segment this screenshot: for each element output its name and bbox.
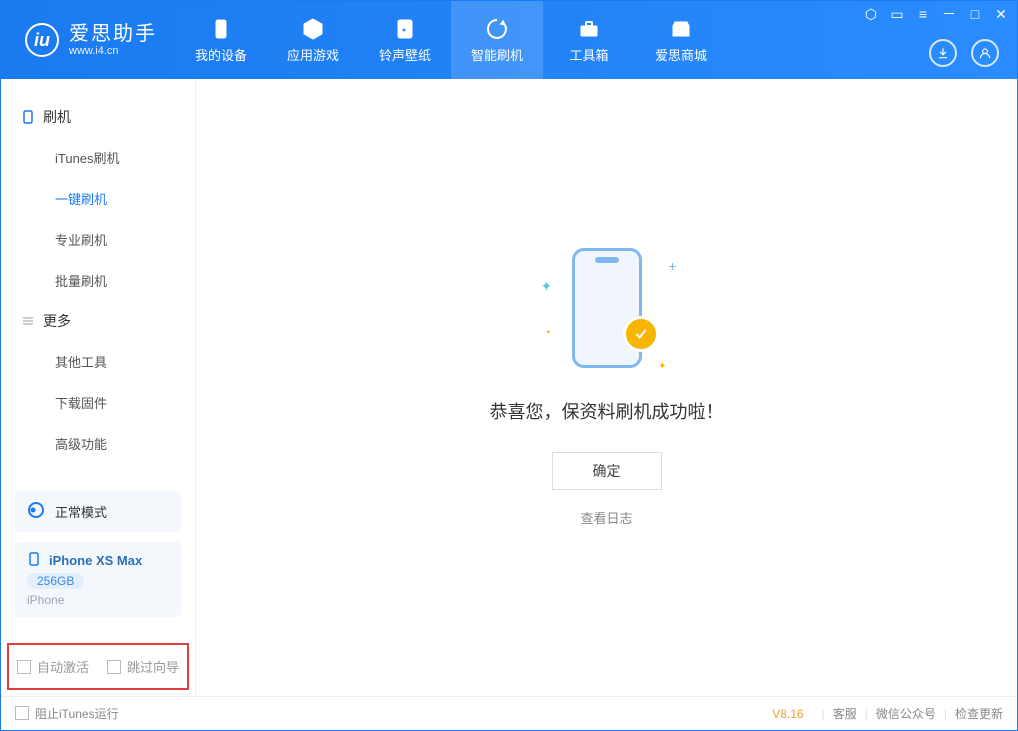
nav-tab-device[interactable]: 我的设备: [175, 1, 267, 79]
auto-activate-label: 自动激活: [37, 660, 89, 675]
close-icon[interactable]: ✕: [993, 7, 1009, 21]
sidebar-item-batch-flash[interactable]: 批量刷机: [1, 260, 195, 301]
nav-tab-ringtones[interactable]: 铃声壁纸: [359, 1, 451, 79]
refresh-shield-icon: [485, 17, 509, 41]
nav-tab-label: 应用游戏: [287, 45, 339, 64]
device-card[interactable]: iPhone XS Max 256GB iPhone: [15, 542, 181, 617]
device-type: iPhone: [27, 593, 64, 607]
ok-button[interactable]: 确定: [552, 452, 662, 490]
nav-tab-apps[interactable]: 应用游戏: [267, 1, 359, 79]
nav-tab-label: 工具箱: [569, 45, 608, 64]
check-update-link[interactable]: 检查更新: [955, 705, 1003, 722]
device-block: 正常模式 iPhone XS Max 256GB iPhone: [1, 481, 195, 637]
sparkle-icon: ✦: [658, 361, 666, 372]
sidebar-item-oneclick-flash[interactable]: 一键刷机: [1, 178, 195, 219]
nav-tab-flash[interactable]: 智能刷机: [451, 1, 543, 79]
device-small-icon: [21, 110, 35, 124]
download-icon[interactable]: [929, 39, 957, 67]
version-label: V8.16: [772, 707, 803, 721]
device-name: iPhone XS Max: [49, 553, 142, 568]
phone-outline-icon: [572, 248, 642, 368]
success-message: 恭喜您，保资料刷机成功啦！: [490, 398, 724, 424]
app-title: 爱思助手: [69, 23, 157, 45]
block-itunes-label: 阻止iTunes运行: [35, 707, 119, 721]
store-icon: [669, 17, 693, 41]
minimize-icon[interactable]: －: [941, 7, 957, 21]
check-badge-icon: [623, 316, 659, 352]
sparkle-icon: •: [547, 327, 551, 338]
logo-block: iu 爱思助手 www.i4.cn: [1, 23, 175, 57]
shirt-icon[interactable]: ⬡: [863, 7, 879, 21]
note-icon[interactable]: ▭: [889, 7, 905, 21]
header-right-icons: [929, 39, 999, 67]
toolbox-icon: [577, 17, 601, 41]
nav-tab-label: 铃声壁纸: [379, 45, 431, 64]
sidebar-heading-flash: 刷机: [1, 97, 195, 137]
nav-tab-label: 爱思商城: [655, 45, 707, 64]
device-capacity: 256GB: [27, 573, 84, 589]
options-row: 自动激活 跳过向导: [7, 643, 189, 690]
sidebar-item-itunes-flash[interactable]: iTunes刷机: [1, 137, 195, 178]
wechat-link[interactable]: 微信公众号: [876, 705, 936, 722]
sidebar: 刷机 iTunes刷机 一键刷机 专业刷机 批量刷机 更多 其他工具 下载固件 …: [1, 79, 196, 696]
window-controls: ⬡ ▭ ≡ － □ ✕: [863, 7, 1009, 21]
sidebar-item-pro-flash[interactable]: 专业刷机: [1, 219, 195, 260]
nav-tabs: 我的设备 应用游戏 铃声壁纸 智能刷机 工具箱 爱思商城: [175, 1, 727, 79]
view-log-link[interactable]: 查看日志: [580, 508, 632, 527]
nav-tab-toolbox[interactable]: 工具箱: [543, 1, 635, 79]
success-illustration: ✦ + ✦ •: [537, 248, 677, 378]
sidebar-item-advanced[interactable]: 高级功能: [1, 423, 195, 464]
auto-activate-checkbox[interactable]: 自动激活: [17, 657, 89, 676]
nav-tab-store[interactable]: 爱思商城: [635, 1, 727, 79]
sidebar-heading-label: 刷机: [43, 107, 71, 127]
body: 刷机 iTunes刷机 一键刷机 专业刷机 批量刷机 更多 其他工具 下载固件 …: [1, 79, 1017, 696]
mode-label: 正常模式: [55, 502, 107, 521]
support-link[interactable]: 客服: [833, 705, 857, 722]
block-itunes-checkbox[interactable]: 阻止iTunes运行: [15, 705, 119, 722]
device-phone-icon: [27, 552, 41, 569]
nav-tab-label: 智能刷机: [471, 45, 523, 64]
cube-icon: [301, 17, 325, 41]
sparkle-icon: ✦: [541, 278, 553, 295]
skip-guide-label: 跳过向导: [127, 660, 179, 675]
sidebar-heading-label: 更多: [43, 311, 71, 331]
mode-icon: [27, 501, 45, 522]
sidebar-item-download-firmware[interactable]: 下载固件: [1, 382, 195, 423]
logo-icon: iu: [25, 23, 59, 57]
sparkle-icon: +: [668, 258, 676, 274]
nav-tab-label: 我的设备: [195, 45, 247, 64]
more-icon: [21, 314, 35, 328]
music-file-icon: [393, 17, 417, 41]
sidebar-heading-more: 更多: [1, 301, 195, 341]
user-icon[interactable]: [971, 39, 999, 67]
mode-card[interactable]: 正常模式: [15, 491, 181, 532]
maximize-icon[interactable]: □: [967, 7, 983, 21]
main-panel: ✦ + ✦ • 恭喜您，保资料刷机成功啦！ 确定 查看日志: [196, 79, 1017, 696]
sidebar-item-other-tools[interactable]: 其他工具: [1, 341, 195, 382]
phone-icon: [209, 17, 233, 41]
footer: 阻止iTunes运行 V8.16 | 客服 | 微信公众号 | 检查更新: [1, 696, 1017, 730]
app-subtitle: www.i4.cn: [69, 45, 157, 57]
header: iu 爱思助手 www.i4.cn 我的设备 应用游戏 铃声壁纸 智能刷机: [1, 1, 1017, 79]
menu-icon[interactable]: ≡: [915, 7, 931, 21]
skip-guide-checkbox[interactable]: 跳过向导: [107, 657, 179, 676]
app-window: iu 爱思助手 www.i4.cn 我的设备 应用游戏 铃声壁纸 智能刷机: [0, 0, 1018, 731]
